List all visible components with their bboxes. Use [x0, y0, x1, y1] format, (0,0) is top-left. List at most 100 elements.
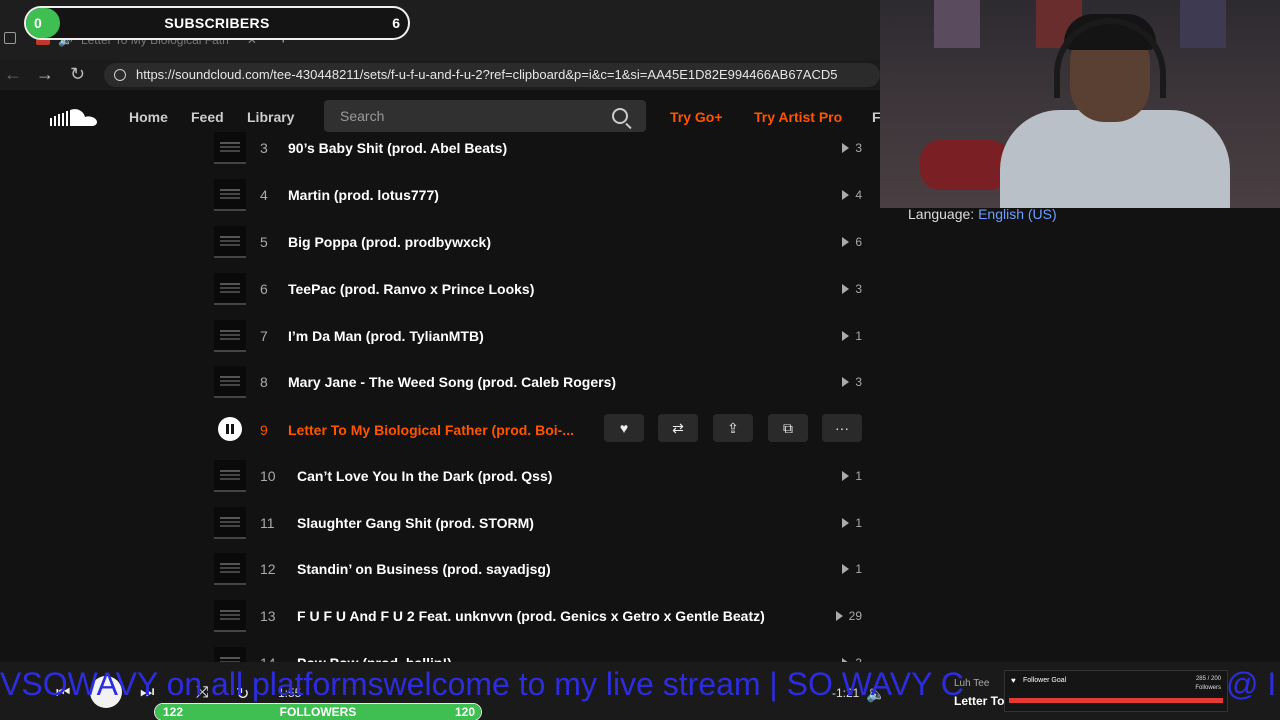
track-artwork[interactable]: [214, 226, 246, 258]
play-count-icon: [842, 190, 850, 200]
track-row[interactable]: 12 Standin’ on Business (prod. sayadjsg)…: [214, 553, 864, 593]
play-count: 1: [842, 562, 862, 576]
track-row[interactable]: 13 F U F U And F U 2 Feat. unknvvn (prod…: [214, 600, 864, 640]
track-row[interactable]: 8 Mary Jane - The Weed Song (prod. Caleb…: [214, 366, 864, 406]
more-icon: ···: [835, 420, 849, 436]
follower-goal-widget: ♥ Follower Goal 285 / 200 Followers: [1004, 670, 1228, 712]
play-count: 1: [842, 329, 862, 343]
track-number: 13: [260, 608, 276, 624]
track-artwork[interactable]: [214, 600, 246, 632]
track-title[interactable]: Can’t Love You In the Dark (prod. Qss): [297, 468, 552, 484]
play-count-icon: [842, 471, 850, 481]
track-artwork[interactable]: [214, 273, 246, 305]
track-row[interactable]: 3 90’s Baby Shit (prod. Abel Beats) 3: [214, 132, 864, 172]
play-count-icon: [842, 284, 850, 294]
search-input[interactable]: Search: [324, 100, 646, 132]
track-title[interactable]: F U F U And F U 2 Feat. unknvvn (prod. G…: [297, 608, 765, 624]
track-row[interactable]: 4 Martin (prod. lotus777) 4: [214, 179, 864, 219]
track-title[interactable]: Mary Jane - The Weed Song (prod. Caleb R…: [288, 374, 616, 390]
screen: { "browser": { "tab_title": "Letter To M…: [0, 0, 1280, 720]
play-count: 4: [842, 188, 862, 202]
track-row[interactable]: 7 I’m Da Man (prod. TylianMTB) 1: [214, 320, 864, 360]
track-number: 6: [260, 281, 268, 297]
track-title[interactable]: Martin (prod. lotus777): [288, 187, 439, 203]
play-count-icon: [842, 518, 850, 528]
heart-icon: ♥: [1011, 676, 1016, 685]
track-artwork[interactable]: [214, 414, 246, 446]
track-artwork[interactable]: [214, 132, 246, 164]
nav-home[interactable]: Home: [129, 109, 168, 125]
play-count: 29: [835, 609, 862, 623]
share-button[interactable]: ⇪: [713, 414, 753, 442]
more-button[interactable]: ···: [822, 414, 862, 442]
forward-icon[interactable]: →: [36, 64, 54, 85]
track-number: 9: [260, 422, 268, 438]
pause-icon[interactable]: [218, 417, 242, 441]
play-count: 1: [842, 469, 862, 483]
track-title[interactable]: Standin’ on Business (prod. sayadjsg): [297, 561, 551, 577]
track-number: 5: [260, 234, 268, 250]
play-count-icon: [835, 611, 843, 621]
track-artwork[interactable]: [214, 320, 246, 352]
tab-actions-icon[interactable]: [4, 32, 16, 44]
play-count: 3: [842, 375, 862, 389]
track-artwork[interactable]: [214, 553, 246, 585]
webcam-overlay: [880, 0, 1280, 208]
track-artwork[interactable]: [214, 366, 246, 398]
follower-goal-count: 285 / 200 Followers: [1195, 675, 1221, 693]
track-title[interactable]: 90’s Baby Shit (prod. Abel Beats): [288, 140, 507, 156]
back-icon[interactable]: ←: [4, 64, 22, 85]
url-text: https://soundcloud.com/tee-430448211/set…: [136, 67, 838, 82]
play-count-icon: [842, 237, 850, 247]
soundcloud-logo-icon[interactable]: [50, 108, 98, 128]
track-row[interactable]: 11 Slaughter Gang Shit (prod. STORM) 1: [214, 507, 864, 547]
play-count-value: 3: [855, 282, 862, 296]
repost-button[interactable]: ⇄: [658, 414, 698, 442]
address-bar-row: ← → ↻ https://soundcloud.com/tee-4304482…: [0, 60, 880, 90]
ticker-text: VSOWAVY on all platformswelcome to my li…: [0, 666, 964, 702]
track-title[interactable]: Big Poppa (prod. prodbywxck): [288, 234, 491, 250]
play-count: 1: [842, 516, 862, 530]
track-title[interactable]: Slaughter Gang Shit (prod. STORM): [297, 515, 534, 531]
track-title[interactable]: I’m Da Man (prod. TylianMTB): [288, 328, 484, 344]
follower-goal-progress: [1009, 698, 1223, 703]
track-artwork[interactable]: [214, 179, 246, 211]
url-field[interactable]: https://soundcloud.com/tee-430448211/set…: [104, 63, 880, 87]
track-row-active[interactable]: 9 Letter To My Biological Father (prod. …: [214, 414, 864, 454]
wall-poster: [1180, 0, 1226, 48]
track-artwork[interactable]: [214, 460, 246, 492]
followers-goal-bar: 122 FOLLOWERS 120: [154, 703, 482, 720]
search-placeholder: Search: [340, 108, 385, 124]
track-number: 12: [260, 561, 276, 577]
track-title[interactable]: TeePac (prod. Ranvo x Prince Looks): [288, 281, 534, 297]
track-number: 11: [260, 515, 275, 531]
nav-library[interactable]: Library: [247, 109, 294, 125]
play-count: 3: [842, 282, 862, 296]
play-count-value: 29: [848, 609, 862, 623]
reload-icon[interactable]: ↻: [70, 64, 85, 85]
streamer-shirt: [1000, 110, 1230, 208]
track-title[interactable]: Letter To My Biological Father (prod. Bo…: [288, 422, 574, 438]
track-artwork[interactable]: [214, 507, 246, 539]
heart-icon: ♥: [619, 420, 629, 436]
play-count-icon: [842, 331, 850, 341]
wall-poster: [934, 0, 980, 48]
copy-link-button[interactable]: ⧉: [768, 414, 808, 442]
try-artist-pro-link[interactable]: Try Artist Pro: [754, 109, 842, 125]
play-count-value: 1: [855, 516, 862, 530]
repost-icon: ⇄: [672, 420, 684, 436]
try-go-plus-link[interactable]: Try Go+: [670, 109, 723, 125]
follower-goal-unit: Followers: [1195, 685, 1221, 691]
like-button[interactable]: ♥: [604, 414, 644, 442]
site-info-icon[interactable]: [114, 69, 126, 81]
track-row[interactable]: 5 Big Poppa (prod. prodbywxck) 6: [214, 226, 864, 266]
subscribers-title: SUBSCRIBERS: [164, 15, 270, 31]
nav-feed[interactable]: Feed: [191, 109, 224, 125]
search-icon[interactable]: [612, 108, 628, 124]
track-row[interactable]: 6 TeePac (prod. Ranvo x Prince Looks) 3: [214, 273, 864, 313]
followers-title: FOLLOWERS: [279, 705, 357, 719]
track-row[interactable]: 10 Can’t Love You In the Dark (prod. Qss…: [214, 460, 864, 500]
ticker-tail: @ I: [1226, 666, 1277, 702]
follower-goal-title: Follower Goal: [1023, 677, 1067, 684]
language-link[interactable]: English (US): [978, 206, 1057, 222]
